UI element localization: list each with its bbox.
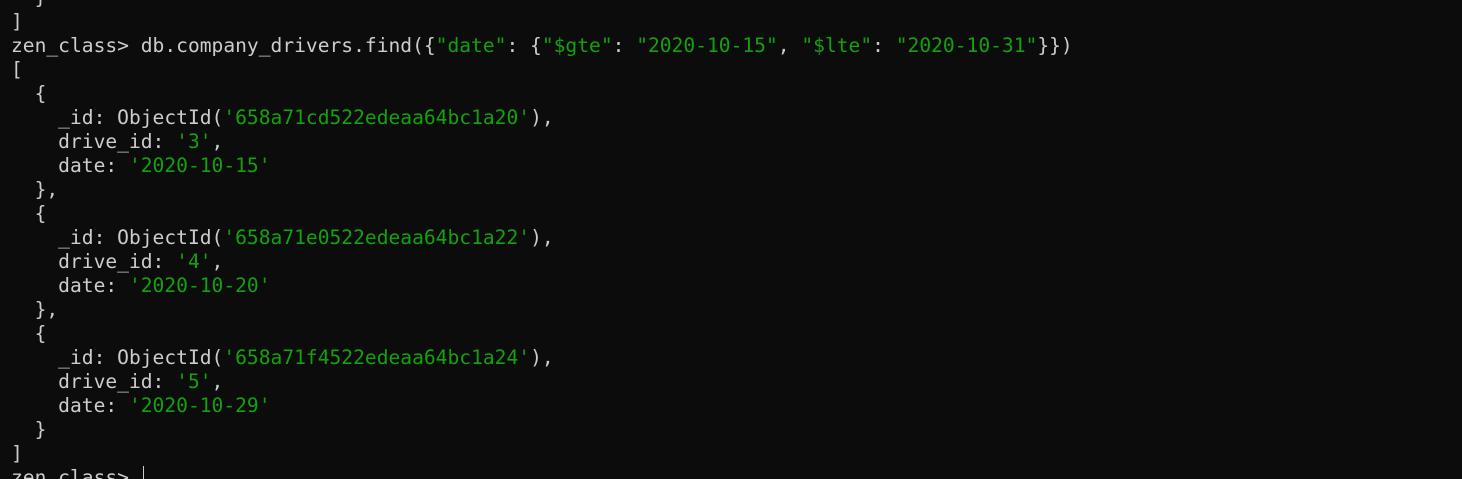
plain-text: _id: ObjectId(	[11, 106, 224, 129]
plain-text: drive_id:	[11, 130, 177, 153]
plain-text: {	[11, 82, 47, 105]
string-literal: '2020-10-29'	[128, 394, 271, 417]
string-literal: '5'	[176, 370, 212, 393]
plain-text: :	[872, 34, 896, 57]
plain-text: _id: ObjectId(	[11, 226, 224, 249]
output-line: date: '2020-10-29'	[11, 394, 1073, 418]
plain-text: : {	[506, 34, 542, 57]
output-line: _id: ObjectId('658a71cd522edeaa64bc1a20'…	[11, 106, 1073, 130]
plain-text: ,	[211, 250, 224, 273]
output-line: {	[11, 82, 1073, 106]
output-line: {	[11, 322, 1073, 346]
plain-text: _id: ObjectId(	[11, 346, 224, 369]
plain-text: :	[612, 34, 637, 57]
output-line: },	[11, 178, 1073, 202]
plain-text: }})	[1037, 34, 1073, 57]
terminal-window[interactable]: }]zen_class> db.company_drivers.find({"d…	[0, 0, 1462, 479]
plain-text: ,	[211, 130, 224, 153]
plain-text: },	[11, 178, 59, 201]
plain-text: {	[11, 202, 47, 225]
output-line: date: '2020-10-15'	[11, 154, 1073, 178]
plain-text: {	[11, 322, 47, 345]
plain-text: date:	[11, 394, 129, 417]
string-literal: '3'	[176, 130, 212, 153]
output-line: drive_id: '4',	[11, 250, 1073, 274]
output-line: }	[11, 0, 1073, 10]
string-literal: "2020-10-31"	[895, 34, 1038, 57]
shell-prompt: zen_class>	[11, 466, 141, 479]
string-literal: '2020-10-15'	[128, 154, 271, 177]
plain-text: ,	[211, 370, 224, 393]
plain-text: },	[11, 298, 59, 321]
output-line: drive_id: '5',	[11, 370, 1073, 394]
plain-text: ,	[777, 34, 802, 57]
plain-text: }	[11, 0, 47, 9]
string-literal: "2020-10-15"	[636, 34, 778, 57]
output-line: }	[11, 418, 1073, 442]
text-cursor	[142, 466, 144, 479]
output-line: [	[11, 58, 1073, 82]
string-literal: "$gte"	[541, 34, 613, 57]
plain-text: ),	[530, 226, 554, 249]
plain-text: ]	[11, 10, 23, 33]
string-literal: '658a71e0522edeaa64bc1a22'	[223, 226, 531, 249]
plain-text: date:	[11, 154, 129, 177]
plain-text: zen_class> db.company_drivers.find({	[11, 34, 436, 57]
prompt-line[interactable]: zen_class>	[11, 466, 1073, 479]
plain-text: drive_id:	[11, 250, 177, 273]
terminal-output: }]zen_class> db.company_drivers.find({"d…	[11, 0, 1073, 479]
plain-text: date:	[11, 274, 129, 297]
output-line: ]	[11, 442, 1073, 466]
plain-text: [	[11, 58, 23, 81]
output-line: _id: ObjectId('658a71f4522edeaa64bc1a24'…	[11, 346, 1073, 370]
output-line: ]	[11, 10, 1073, 34]
plain-text: ),	[530, 106, 554, 129]
string-literal: '4'	[176, 250, 212, 273]
plain-text: }	[11, 418, 47, 441]
plain-text: ]	[11, 442, 23, 465]
string-literal: '658a71cd522edeaa64bc1a20'	[223, 106, 531, 129]
string-literal: "date"	[435, 34, 507, 57]
command-line: zen_class> db.company_drivers.find({"dat…	[11, 34, 1073, 58]
string-literal: '658a71f4522edeaa64bc1a24'	[223, 346, 531, 369]
plain-text: ),	[530, 346, 554, 369]
output-line: },	[11, 298, 1073, 322]
output-line: {	[11, 202, 1073, 226]
string-literal: '2020-10-20'	[128, 274, 271, 297]
output-line: drive_id: '3',	[11, 130, 1073, 154]
plain-text: drive_id:	[11, 370, 177, 393]
string-literal: "$lte"	[801, 34, 873, 57]
output-line: date: '2020-10-20'	[11, 274, 1073, 298]
output-line: _id: ObjectId('658a71e0522edeaa64bc1a22'…	[11, 226, 1073, 250]
